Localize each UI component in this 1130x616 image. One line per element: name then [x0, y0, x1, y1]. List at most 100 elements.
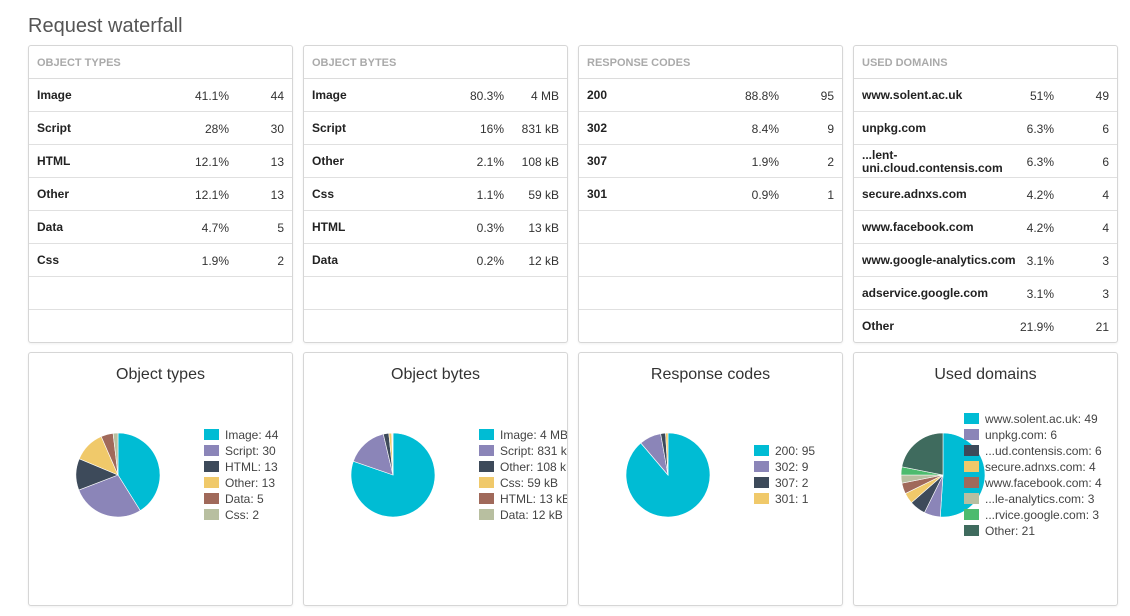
row-percent: 4.2%: [1026, 221, 1054, 235]
row-count: 4 MB: [530, 89, 559, 103]
legend-label: Css: 59 kB: [500, 476, 558, 490]
row-percent: 3.1%: [1026, 254, 1054, 268]
table-row: [29, 277, 292, 310]
pie-chart-svg: 200: 95 302: 9 307: 2 301: 1: [625, 432, 815, 518]
row-percent: 6.3%: [1026, 122, 1054, 136]
legend-label: Css: 2: [225, 508, 259, 522]
pie-chart-svg: Image: 44 Script: 30 HTML: 13 Other: 13 Data…: [75, 428, 279, 522]
legend-label: unpkg.com: 6: [985, 428, 1057, 442]
row-count: 9: [827, 122, 834, 136]
legend-swatch: [479, 461, 494, 472]
legend-swatch: [479, 445, 494, 456]
legend-label: Other: 21: [985, 524, 1035, 538]
legend-swatch: [204, 509, 219, 520]
table-header: USED DOMAINS: [854, 46, 1117, 79]
row-count: 6: [1102, 155, 1109, 169]
table-row: Image 80.3% 4 MB: [304, 79, 567, 112]
row-label: Script: [312, 121, 347, 135]
row-percent: 1.1%: [476, 188, 504, 202]
row-count: 3: [1102, 254, 1109, 268]
legend-label: www.facebook.com: 4: [984, 476, 1102, 490]
legend-label: Image: 4 MB: [500, 428, 568, 442]
row-percent: 4.7%: [201, 221, 229, 235]
legend-swatch: [964, 429, 979, 440]
row-label: www.solent.ac.uk: [862, 88, 963, 102]
table-row: HTML 12.1% 13: [29, 145, 292, 178]
table-row: Script 28% 30: [29, 112, 292, 145]
legend-label: Data: 12 kB: [500, 508, 563, 522]
response-codes-chart: Response codes 200: 95 302: 9 307: 2 301: 1: [578, 352, 843, 606]
legend-swatch: [964, 445, 979, 456]
object-bytes-table: OBJECT BYTES Image 80.3% 4 MB Script 16% 831 …: [303, 45, 568, 343]
legend-swatch: [964, 509, 979, 520]
legend-label: Script: 831 kB: [500, 444, 568, 458]
row-percent: 3.1%: [1026, 287, 1054, 301]
legend-label: 307: 2: [775, 476, 809, 490]
row-count: 12 kB: [528, 254, 559, 268]
legend-swatch: [479, 477, 494, 488]
table-row: [29, 310, 292, 342]
row-count: 13: [270, 188, 284, 202]
table-row: www.solent.ac.uk 51% 49: [854, 79, 1117, 112]
table-row: Other 21.9% 21: [854, 310, 1117, 342]
row-label: ...lent-uni.cloud.contensis.com: [862, 148, 1003, 175]
legend-label: secure.adnxs.com: 4: [985, 460, 1096, 474]
row-count: 831 kB: [521, 122, 559, 136]
table-row: ...lent-uni.cloud.contensis.com 6.3% 6: [854, 145, 1117, 178]
legend-swatch: [964, 413, 979, 424]
row-count: 2: [277, 254, 284, 268]
table-row: Css 1.9% 2: [29, 244, 292, 277]
row-percent: 80.3%: [469, 89, 504, 103]
table-row: 301 0.9% 1: [579, 178, 842, 211]
table-row: 307 1.9% 2: [579, 145, 842, 178]
table-row: www.google-analytics.com 3.1% 3: [854, 244, 1117, 277]
legend-swatch: [479, 509, 494, 520]
table-row: HTML 0.3% 13 kB: [304, 211, 567, 244]
row-percent: 8.4%: [751, 122, 779, 136]
legend-label: 301: 1: [775, 492, 809, 506]
row-label: 302: [587, 121, 608, 135]
row-label: Data: [312, 253, 339, 267]
row-percent: 6.3%: [1026, 155, 1054, 169]
row-percent: 28%: [204, 122, 229, 136]
legend-swatch: [754, 445, 769, 456]
row-count: 13: [270, 155, 284, 169]
table-row: [304, 310, 567, 342]
table-row: [579, 244, 842, 277]
row-label: Css: [37, 253, 60, 267]
legend-swatch: [754, 477, 769, 488]
row-percent: 12.1%: [194, 155, 229, 169]
legend-label: HTML: 13: [225, 460, 278, 474]
row-percent: 88.8%: [744, 89, 779, 103]
legend-label: Other: 108 kB: [500, 460, 568, 474]
row-label: 200: [587, 88, 608, 102]
row-count: 1: [827, 188, 834, 202]
row-label: adservice.google.com: [862, 286, 989, 300]
table-row: adservice.google.com 3.1% 3: [854, 277, 1117, 310]
row-percent: 41.1%: [194, 89, 229, 103]
used-domains-table: USED DOMAINS www.solent.ac.uk 51% 49 unpkg.…: [853, 45, 1118, 343]
table-row: Other 12.1% 13: [29, 178, 292, 211]
row-label: Other: [37, 187, 70, 201]
row-count: 59 kB: [528, 188, 559, 202]
row-label: HTML: [37, 154, 71, 168]
legend-label: www.solent.ac.uk: 49: [984, 412, 1098, 426]
legend-swatch: [964, 493, 979, 504]
row-percent: 0.3%: [476, 221, 504, 235]
row-count: 4: [1102, 221, 1109, 235]
table-row: 302 8.4% 9: [579, 112, 842, 145]
legend-swatch: [204, 477, 219, 488]
row-percent: 16%: [479, 122, 504, 136]
row-label: Script: [37, 121, 72, 135]
row-count: 4: [1102, 188, 1109, 202]
legend-swatch: [754, 461, 769, 472]
table-row: 200 88.8% 95: [579, 79, 842, 112]
pie-chart-svg: Image: 4 MB Script: 831 kB Other: 108 kB Cs…: [350, 428, 568, 522]
row-percent: 2.1%: [476, 155, 504, 169]
legend-swatch: [754, 493, 769, 504]
legend-swatch: [204, 445, 219, 456]
table-row: Data 4.7% 5: [29, 211, 292, 244]
row-count: 108 kB: [521, 155, 559, 169]
row-label: Image: [312, 88, 347, 102]
row-percent: 12.1%: [194, 188, 229, 202]
